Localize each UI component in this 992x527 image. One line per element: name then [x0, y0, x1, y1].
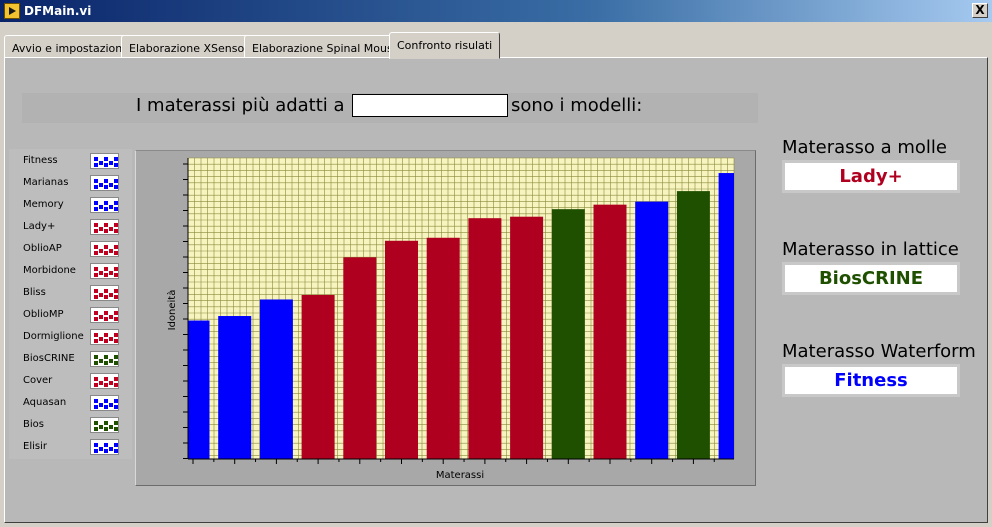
tab-spinal-mouse[interactable]: Elaborazione Spinal Mouse [244, 35, 408, 58]
legend-swatch-icon[interactable] [90, 263, 119, 279]
legend-item[interactable]: BiosCRINE [9, 348, 132, 370]
legend-item[interactable]: OblioAP [9, 238, 132, 260]
legend-item[interactable]: Bios [9, 414, 132, 436]
legend-label: Dormiglione [23, 331, 84, 342]
legend-item[interactable]: Aquasan [9, 392, 132, 414]
lattice-title: Materasso in lattice [782, 239, 959, 260]
legend-label: Bios [23, 419, 44, 430]
legend-swatch-icon[interactable] [90, 351, 119, 367]
legend-swatch-icon[interactable] [90, 197, 119, 213]
target-input[interactable] [352, 94, 508, 117]
legend-label: OblioAP [23, 243, 62, 254]
tab-avvio[interactable]: Avvio e impostazioni [4, 35, 134, 58]
legend-swatch-icon[interactable] [90, 329, 119, 345]
legend-swatch-icon[interactable] [90, 395, 119, 411]
legend-label: Morbidone [23, 265, 76, 276]
legend-label: Cover [23, 375, 53, 386]
legend-item[interactable]: Memory [9, 194, 132, 216]
legend-label: Elisir [23, 441, 47, 452]
header-prefix: I materassi più adatti a [136, 95, 345, 116]
window-title: DFMain.vi [24, 4, 92, 18]
legend-item[interactable]: Fitness [9, 150, 132, 172]
close-button[interactable]: X [972, 3, 988, 18]
legend-swatch-icon[interactable] [90, 307, 119, 323]
legend-label: OblioMP [23, 309, 64, 320]
legend-swatch-icon[interactable] [90, 219, 119, 235]
legend-swatch-icon[interactable] [90, 417, 119, 433]
legend-item[interactable]: Marianas [9, 172, 132, 194]
legend-item[interactable]: Dormiglione [9, 326, 132, 348]
legend-label: Marianas [23, 177, 69, 188]
plot-area[interactable] [188, 158, 734, 459]
waterform-title: Materasso Waterform [782, 341, 976, 362]
legend-label: Bliss [23, 287, 46, 298]
legend-swatch-icon[interactable] [90, 439, 119, 455]
plot-legend: Fitness Marianas Memory Lady+ OblioAP Morbido… [9, 149, 132, 459]
tab-xsensor[interactable]: Elaborazione XSensor [121, 35, 257, 58]
legend-item[interactable]: Lady+ [9, 216, 132, 238]
legend-item[interactable]: Morbidone [9, 260, 132, 282]
legend-swatch-icon[interactable] [90, 241, 119, 257]
header-suffix: sono i modelli: [511, 95, 643, 116]
molle-title: Materasso a molle [782, 137, 947, 158]
legend-item[interactable]: OblioMP [9, 304, 132, 326]
legend-label: Lady+ [23, 221, 56, 232]
legend-label: BiosCRINE [23, 353, 75, 364]
legend-label: Memory [23, 199, 64, 210]
legend-swatch-icon[interactable] [90, 373, 119, 389]
labview-vi-icon [4, 3, 20, 19]
legend-swatch-icon[interactable] [90, 285, 119, 301]
waterform-result: Fitness [782, 364, 960, 397]
legend-item[interactable]: Elisir [9, 436, 132, 458]
window-titlebar: DFMain.vi X [0, 0, 992, 22]
legend-label: Aquasan [23, 397, 67, 408]
legend-item[interactable]: Cover [9, 370, 132, 392]
legend-swatch-icon[interactable] [90, 175, 119, 191]
tab-confronto[interactable]: Confronto risulati [389, 32, 501, 59]
legend-label: Fitness [23, 155, 58, 166]
legend-item[interactable]: Bliss [9, 282, 132, 304]
molle-result: Lady+ [782, 160, 960, 193]
legend-swatch-icon[interactable] [90, 153, 119, 169]
lattice-result: BiosCRINE [782, 262, 960, 295]
